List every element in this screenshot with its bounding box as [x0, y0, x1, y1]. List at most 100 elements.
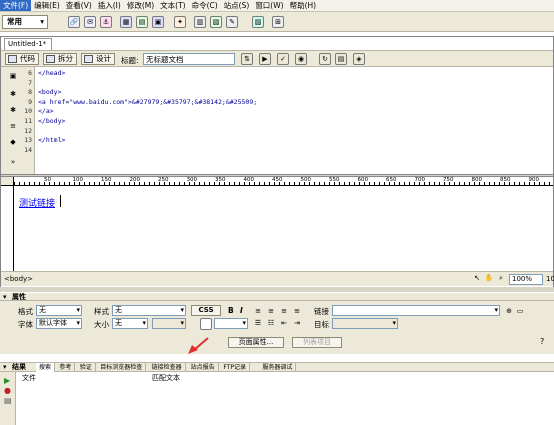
menu-item[interactable]: 编辑(E): [31, 0, 63, 11]
browse-folder-icon[interactable]: ▭: [514, 306, 526, 318]
zoom-tool-icon[interactable]: ⌕: [495, 273, 507, 285]
unordered-list-icon[interactable]: ☰: [252, 318, 264, 330]
results-tab[interactable]: 目标浏览器检查: [97, 363, 147, 372]
play-icon[interactable]: ▶: [4, 376, 10, 385]
list-item-button[interactable]: 列表项目: [292, 337, 342, 348]
results-tab[interactable]: 站点报告: [188, 363, 219, 372]
text-color-icon[interactable]: [200, 318, 212, 330]
template-icon[interactable]: ▨: [252, 16, 264, 28]
ruler-tick-label: 900: [528, 177, 540, 183]
size-select[interactable]: 无: [112, 318, 148, 329]
ruler-tick-label: 350: [215, 177, 226, 183]
code-view-button[interactable]: 代码: [5, 53, 39, 65]
check-page-icon[interactable]: ✓: [277, 53, 289, 65]
zoom-select[interactable]: 100%: [509, 274, 543, 285]
ordered-list-icon[interactable]: ☷: [265, 318, 277, 330]
image-icon[interactable]: ▣: [152, 16, 164, 28]
test-link[interactable]: 测试链接: [19, 196, 55, 209]
code-editor[interactable]: </head> <body> <a href="www.baidu.com">&#2…: [38, 69, 257, 155]
results-tab[interactable]: FTP记录: [220, 363, 251, 372]
menu-item[interactable]: 帮助(H): [287, 0, 320, 11]
css-button[interactable]: CSS: [191, 305, 221, 316]
menu-item[interactable]: 文本(T): [157, 0, 188, 11]
server-include-icon[interactable]: ▧: [210, 16, 222, 28]
menu-item[interactable]: 站点(S): [221, 0, 253, 11]
style-select[interactable]: 无: [112, 305, 186, 316]
ruler-tick-label: 200: [129, 177, 141, 183]
menu-item[interactable]: 命令(C): [189, 0, 221, 11]
document-tab[interactable]: Untitled-1*: [4, 38, 52, 50]
results-tab[interactable]: 搜索: [36, 363, 56, 372]
menu-item[interactable]: 插入(I): [95, 0, 124, 11]
file-management-icon[interactable]: ⇅: [241, 53, 253, 65]
column-file[interactable]: 文件: [22, 373, 36, 383]
menu-item[interactable]: 查看(V): [63, 0, 95, 11]
page-properties-button[interactable]: 页面属性...: [228, 337, 284, 348]
globe-icon[interactable]: ◉: [295, 53, 307, 65]
target-select[interactable]: [332, 318, 398, 329]
div-icon[interactable]: ▤: [136, 16, 148, 28]
comment-icon[interactable]: ✎: [226, 16, 238, 28]
indent-text-icon[interactable]: ⇥: [291, 318, 303, 330]
align-right-icon[interactable]: ≡: [278, 306, 290, 318]
collapse-icon[interactable]: ✱: [7, 89, 19, 101]
hyperlink-icon[interactable]: 🔗: [68, 16, 80, 28]
media-icon[interactable]: ✦: [174, 16, 186, 28]
split-view-label: 拆分: [58, 54, 73, 63]
line-number: 6: [28, 69, 32, 77]
split-view-button[interactable]: 拆分: [43, 53, 77, 65]
properties-header[interactable]: ▾ 属性: [0, 292, 554, 301]
hand-tool-icon[interactable]: ✋: [483, 273, 495, 285]
results-tab[interactable]: 服务器调试: [259, 363, 297, 372]
stop-icon[interactable]: ●: [4, 386, 11, 395]
refresh-icon[interactable]: ↻: [319, 53, 331, 65]
split-view-icon: [46, 55, 55, 63]
size-label: 大小: [94, 320, 109, 329]
open-documents-icon[interactable]: ▣: [7, 71, 19, 83]
save-report-icon[interactable]: ▤: [4, 396, 12, 405]
date-icon[interactable]: ▥: [194, 16, 206, 28]
view-options-icon[interactable]: ▤: [335, 53, 347, 65]
table-icon[interactable]: ▦: [120, 16, 132, 28]
results-tab[interactable]: 参考: [56, 363, 76, 372]
preview-browser-icon[interactable]: ▶: [259, 53, 271, 65]
code-line: </head>: [38, 69, 66, 77]
menu-item[interactable]: 修改(M): [124, 0, 157, 11]
tag-selector-body[interactable]: <body>: [4, 275, 33, 283]
code-line: </html>: [38, 136, 66, 145]
link-input[interactable]: [332, 305, 500, 316]
collapse-arrow-icon[interactable]: ▾: [3, 363, 7, 371]
email-link-icon[interactable]: ✉: [84, 16, 96, 28]
results-tab[interactable]: 链接检查器: [149, 363, 186, 372]
design-view[interactable]: 测试链接: [15, 187, 553, 271]
visual-aids-icon[interactable]: ◈: [353, 53, 365, 65]
column-match-text[interactable]: 匹配文本: [152, 373, 180, 383]
size-unit-select[interactable]: [152, 318, 186, 329]
italic-button[interactable]: I: [240, 306, 243, 315]
tag-chooser-icon[interactable]: ⊞: [272, 16, 284, 28]
line-numbers-icon[interactable]: ≡: [7, 121, 19, 133]
text-color-input[interactable]: [214, 318, 248, 329]
align-center-icon[interactable]: ≡: [265, 306, 277, 318]
justify-icon[interactable]: ≡: [291, 306, 303, 318]
design-view-button[interactable]: 设计: [81, 53, 115, 65]
highlight-icon[interactable]: ◆: [7, 137, 19, 149]
results-tab[interactable]: 验证: [77, 363, 96, 372]
menu-item[interactable]: 文件(F): [0, 0, 32, 11]
indent-icon[interactable]: »: [7, 157, 19, 169]
insert-category-select[interactable]: 常用 ▾: [2, 15, 48, 29]
named-anchor-icon[interactable]: ⚓: [100, 16, 112, 28]
align-left-icon[interactable]: ≡: [252, 306, 264, 318]
help-icon[interactable]: ?: [540, 337, 544, 346]
collapse-arrow-icon: ▾: [3, 293, 7, 301]
red-arrow-icon: [188, 337, 209, 354]
select-tool-icon[interactable]: ↖: [471, 273, 483, 285]
expand-icon[interactable]: ✱: [7, 105, 19, 117]
bold-button[interactable]: B: [228, 306, 234, 315]
title-input[interactable]: [143, 53, 235, 65]
font-select[interactable]: 默认字体: [36, 318, 82, 329]
format-select[interactable]: 无: [36, 305, 82, 316]
outdent-icon[interactable]: ⇤: [278, 318, 290, 330]
menu-item[interactable]: 窗口(W): [252, 0, 286, 11]
